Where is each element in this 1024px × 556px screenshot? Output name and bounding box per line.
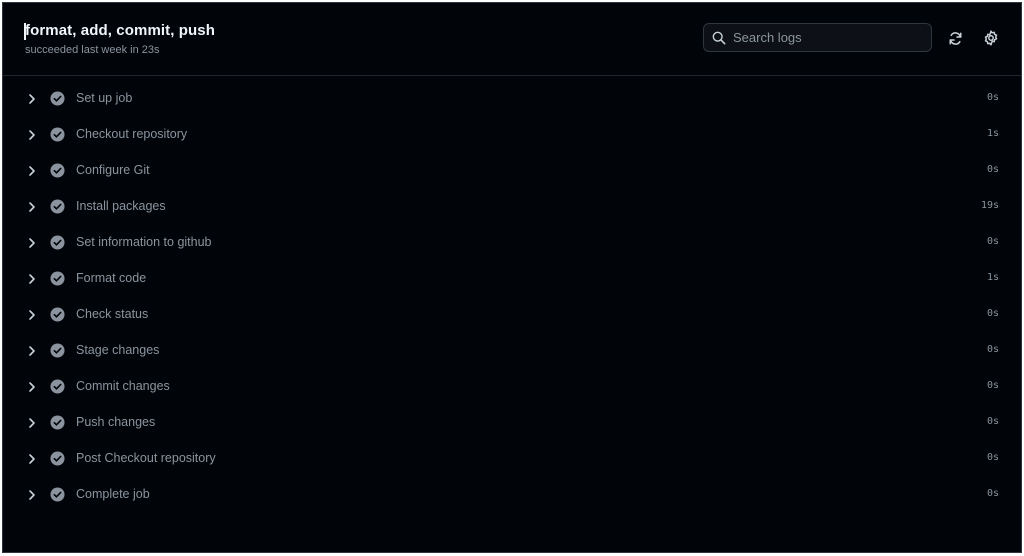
- search-icon: [712, 31, 726, 45]
- step-label: Checkout repository: [76, 127, 188, 141]
- chevron-right-icon[interactable]: [27, 237, 37, 249]
- step-duration: 0s: [986, 236, 999, 247]
- chevron-right-icon[interactable]: [27, 201, 37, 213]
- job-step-row[interactable]: Set up job 0s: [3, 81, 1021, 117]
- check-circle-icon: [50, 127, 65, 142]
- chevron-right-icon[interactable]: [27, 129, 37, 141]
- step-duration: 0s: [986, 416, 999, 427]
- job-step-row[interactable]: Push changes 0s: [3, 405, 1021, 441]
- gear-icon: [984, 30, 998, 46]
- check-circle-icon: [50, 235, 65, 250]
- job-step-row[interactable]: Set information to github 0s: [3, 225, 1021, 261]
- job-header: format, add, commit, push succeeded last…: [3, 3, 1021, 76]
- settings-button[interactable]: [981, 28, 1001, 48]
- chevron-right-icon[interactable]: [27, 273, 37, 285]
- step-label: Format code: [76, 271, 147, 285]
- step-duration: 0s: [986, 344, 999, 355]
- step-label: Install packages: [76, 199, 166, 213]
- search-logs-input[interactable]: [733, 24, 923, 51]
- step-label: Stage changes: [76, 343, 160, 357]
- step-duration: 0s: [986, 380, 999, 391]
- chevron-right-icon[interactable]: [27, 309, 37, 321]
- step-label: Push changes: [76, 415, 156, 429]
- refresh-icon: [949, 31, 961, 45]
- check-circle-icon: [50, 415, 65, 430]
- check-circle-icon: [50, 379, 65, 394]
- job-step-row[interactable]: Checkout repository 1s: [3, 117, 1021, 153]
- search-logs-box[interactable]: [703, 23, 932, 52]
- step-label: Check status: [76, 307, 149, 321]
- step-label: Commit changes: [76, 379, 170, 393]
- step-label: Complete job: [76, 487, 150, 501]
- chevron-right-icon[interactable]: [27, 453, 37, 465]
- job-step-row[interactable]: Install packages 19s: [3, 189, 1021, 225]
- job-log-panel: format, add, commit, push succeeded last…: [2, 2, 1022, 553]
- check-circle-icon: [50, 271, 65, 286]
- step-duration: 0s: [986, 488, 999, 499]
- chevron-right-icon[interactable]: [27, 165, 37, 177]
- step-duration: 1s: [986, 272, 999, 283]
- step-duration: 19s: [980, 200, 999, 211]
- step-label: Post Checkout repository: [76, 451, 216, 465]
- step-label: Set information to github: [76, 235, 212, 249]
- check-circle-icon: [50, 199, 65, 214]
- step-duration: 1s: [986, 128, 999, 139]
- step-duration: 0s: [986, 308, 999, 319]
- check-circle-icon: [50, 451, 65, 466]
- step-label: Set up job: [76, 91, 133, 105]
- step-label: Configure Git: [76, 163, 150, 177]
- check-circle-icon: [50, 307, 65, 322]
- check-circle-icon: [50, 343, 65, 358]
- check-circle-icon: [50, 487, 65, 502]
- job-steps-list: Set up job 0s Checkout repository 1s Configu…: [3, 81, 1021, 513]
- job-step-row[interactable]: Check status 0s: [3, 297, 1021, 333]
- step-duration: 0s: [986, 92, 999, 103]
- job-step-row[interactable]: Complete job 0s: [3, 477, 1021, 513]
- chevron-right-icon[interactable]: [27, 489, 37, 501]
- refresh-button[interactable]: [945, 28, 965, 48]
- check-circle-icon: [50, 163, 65, 178]
- check-circle-icon: [50, 91, 65, 106]
- job-status-subtitle: succeeded last week in 23s: [25, 44, 160, 56]
- step-duration: 0s: [986, 164, 999, 175]
- job-step-row[interactable]: Configure Git 0s: [3, 153, 1021, 189]
- job-step-row[interactable]: Format code 1s: [3, 261, 1021, 297]
- chevron-right-icon[interactable]: [27, 345, 37, 357]
- job-step-row[interactable]: Post Checkout repository 0s: [3, 441, 1021, 477]
- chevron-right-icon[interactable]: [27, 93, 37, 105]
- chevron-right-icon[interactable]: [27, 417, 37, 429]
- step-duration: 0s: [986, 452, 999, 463]
- job-step-row[interactable]: Commit changes 0s: [3, 369, 1021, 405]
- job-step-row[interactable]: Stage changes 0s: [3, 333, 1021, 369]
- chevron-right-icon[interactable]: [27, 381, 37, 393]
- job-title: format, add, commit, push: [23, 22, 216, 40]
